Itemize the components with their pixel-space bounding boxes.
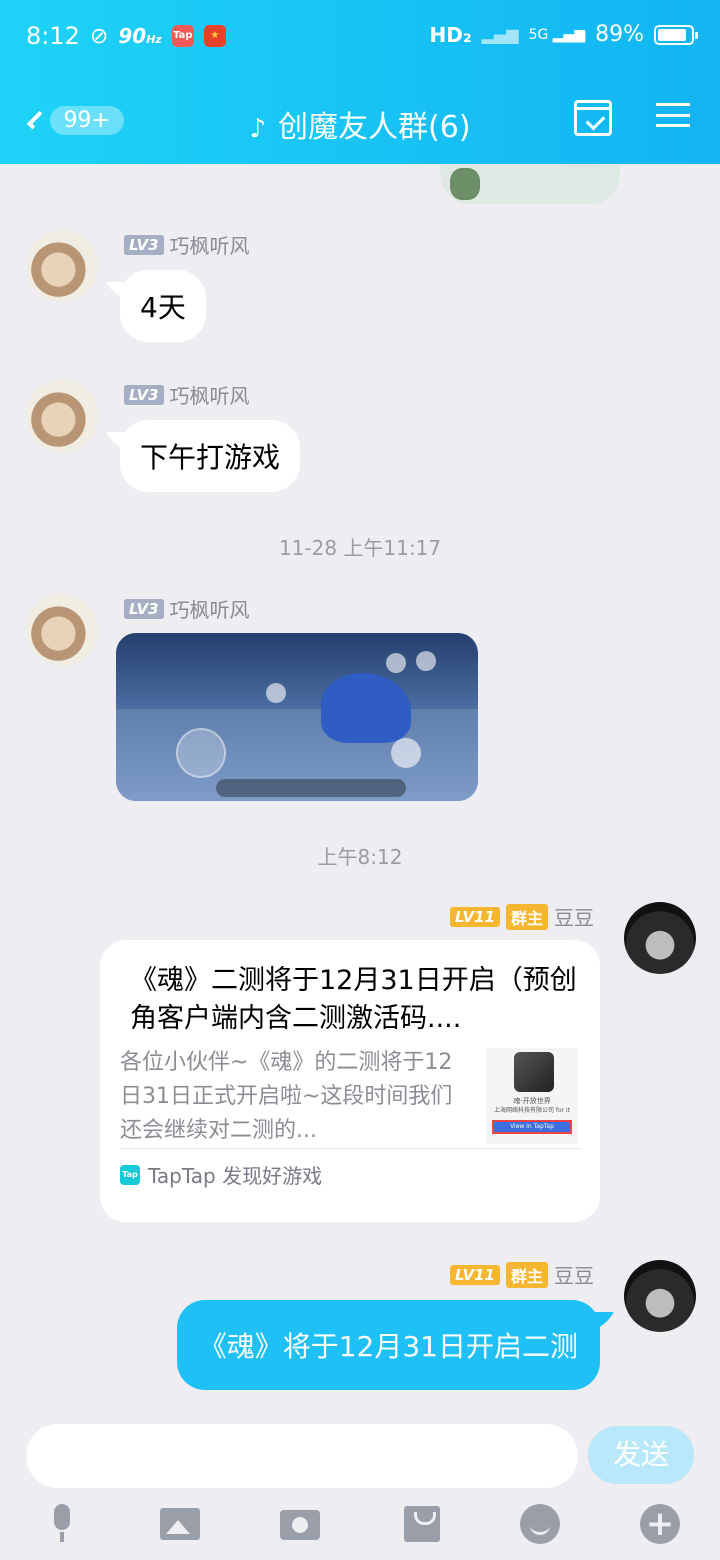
game-app-icon: ★ [203,25,226,47]
refresh-rate-value: 90 [118,24,147,48]
message-input[interactable] [26,1424,578,1488]
level-badge: LV11 [450,906,500,927]
toolbar: + [0,1504,720,1548]
message-bubble[interactable]: 《魂》将于12月31日开启二测 [176,1300,600,1390]
message-text: 下午打游戏 [140,441,281,474]
game-hud [216,779,406,797]
refresh-rate: 90Hz [118,24,161,48]
chat-header: 99+ ♪ 创魔友人群(6) [0,76,720,164]
game-button [266,683,286,703]
avatar[interactable] [26,380,98,452]
card-title: 《魂》二测将于12月31日开启（预创角客户端内含二测激活码.... [130,965,577,1034]
level-badge: LV3 [124,598,164,619]
avatar[interactable] [26,594,98,666]
sender-name[interactable]: 豆豆 [554,1260,594,1289]
calendar-check-icon[interactable] [574,100,612,136]
owner-badge: 群主 [505,903,548,930]
taptap-icon: Tap [120,1164,140,1185]
hd-indicator: HD₂ [429,22,472,47]
game-logo-icon [514,1052,554,1092]
game-unicorn [321,673,411,743]
sender-line: LV3 巧枫听风 [124,594,250,623]
game-joystick [176,728,226,778]
send-button[interactable]: 发送 [588,1426,694,1484]
avatar[interactable] [624,902,696,974]
message-text: 4天 [140,291,186,324]
microphone-icon[interactable] [44,1504,84,1544]
message-text: 《魂》将于12月31日开启二测 [198,1330,578,1363]
message-bubble[interactable]: 4天 [120,270,206,342]
game-button [386,653,406,673]
avatar[interactable] [26,230,98,302]
sender-line: LV3 巧枫听风 [124,380,250,409]
timestamp: 11-28 上午11:17 [278,536,442,560]
sender-line: LV3 巧枫听风 [124,230,250,259]
camera-icon[interactable] [280,1504,320,1544]
signal-icon: ▂▄▆ [481,25,519,44]
battery-percent: 89% [595,22,644,47]
sender-name[interactable]: 巧枫听风 [170,380,250,409]
red-packet-icon[interactable] [402,1504,442,1544]
game-button [391,738,421,768]
level-badge: LV3 [124,384,164,405]
image-message[interactable] [116,633,478,801]
taptap-app-icon: Tap [171,25,194,47]
message-bubble[interactable]: 下午打游戏 [120,420,301,492]
sender-name[interactable]: 豆豆 [554,902,594,931]
menu-icon[interactable] [656,100,690,130]
input-bar: 发送 + [0,1404,720,1560]
sender-name[interactable]: 巧枫听风 [170,594,250,623]
sticker-message[interactable] [440,164,620,204]
card-source-text: TapTap 发现好游戏 [148,1164,323,1188]
owner-badge: 群主 [505,1261,548,1288]
avatar[interactable] [624,1260,696,1332]
emoji-icon[interactable] [520,1504,560,1544]
signal-5g-label: 5G [528,26,549,43]
sender-line: LV11 群主 豆豆 [450,902,594,931]
card-thumbnail: 魂-开放世界 上海网络科技有限公司 for it View in TapTap [486,1048,578,1144]
ear-icon[interactable]: ♪ [249,114,266,144]
sender-name[interactable]: 巧枫听风 [170,230,250,259]
card-summary: 各位小伙伴~《魂》的二测将于12日31日正式开启啦~这段时间我们还会继续对二测的… [120,1050,453,1143]
mute-icon: ⊘ [89,23,109,49]
status-bar: 8:12 ⊘ 90Hz Tap ★ HD₂ ▂▄▆ 5G ▂▄▆ 89% [0,0,720,76]
game-button [416,651,436,671]
thumb-button: View in TapTap [492,1120,572,1134]
level-badge: LV11 [450,1264,500,1285]
message-list[interactable]: LV3 巧枫听风 4天 LV3 巧枫听风 下午打游戏 11-28 上午11:17… [0,164,720,1404]
refresh-rate-unit: Hz [146,33,162,46]
signal-5g: 5G ▂▄▆ [528,26,586,43]
plus-icon[interactable]: + [640,1504,680,1544]
chat-title-text: 创魔友人群(6) [278,110,471,145]
status-time: 8:12 [26,22,80,50]
card-divider [120,1148,580,1149]
card-source: Tap TapTap 发现好游戏 [120,1160,322,1189]
image-icon[interactable] [160,1504,200,1544]
link-card[interactable]: 《魂》二测将于12月31日开启（预创角客户端内含二测激活码.... 各位小伙伴~… [100,940,600,1222]
sender-line: LV11 群主 豆豆 [450,1260,594,1289]
thumb-subtitle: 上海网络科技有限公司 for it [493,1107,571,1114]
battery-icon [654,24,698,45]
level-badge: LV3 [124,234,164,255]
timestamp: 上午8:12 [317,845,403,869]
